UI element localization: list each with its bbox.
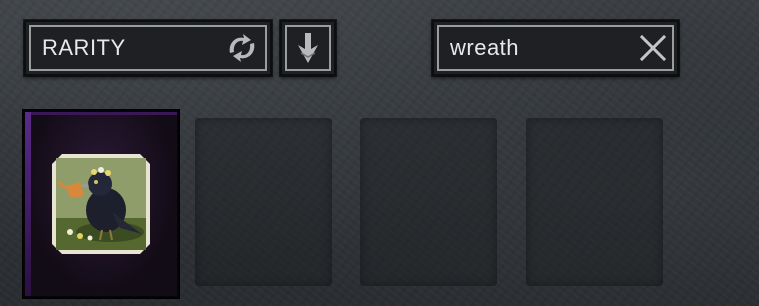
down-arrow-icon bbox=[298, 33, 318, 63]
empty-item-slot bbox=[195, 118, 332, 286]
crow-watering-can-portrait bbox=[52, 154, 150, 254]
sort-direction-button[interactable] bbox=[280, 20, 336, 76]
search-field[interactable]: wreath bbox=[432, 20, 679, 76]
sort-dropdown[interactable]: RARITY bbox=[24, 20, 272, 76]
sort-label: RARITY bbox=[42, 35, 126, 60]
search-input-value[interactable]: wreath bbox=[450, 35, 519, 61]
empty-item-slot bbox=[360, 118, 497, 286]
swap-arrows-icon[interactable] bbox=[226, 33, 258, 63]
close-x-icon[interactable] bbox=[639, 34, 667, 62]
empty-item-slot bbox=[526, 118, 663, 286]
item-card[interactable] bbox=[23, 110, 179, 298]
